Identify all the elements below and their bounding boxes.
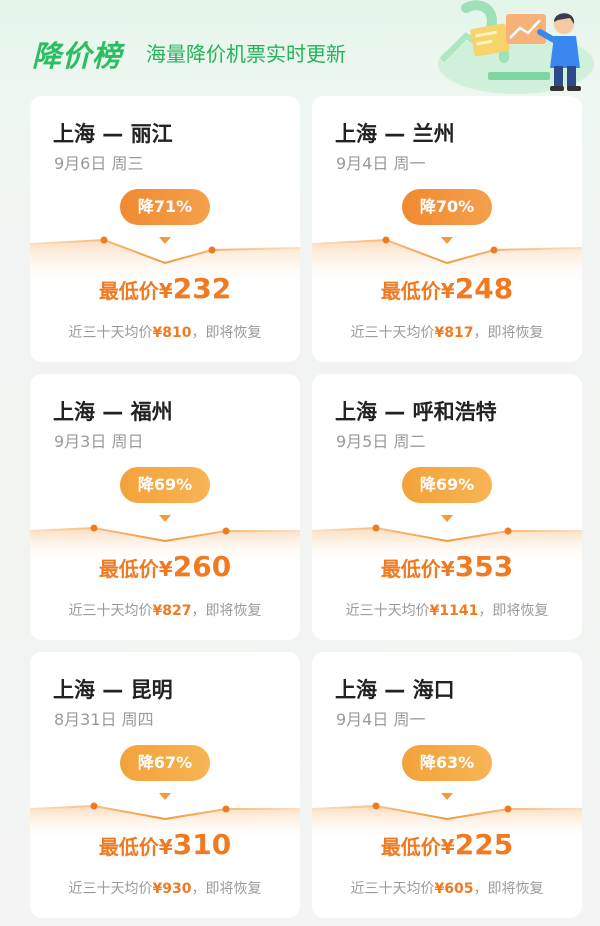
flight-date: 9月4日 周一 [336, 710, 426, 729]
avg-prefix: 近三十天均价 [68, 325, 153, 341]
route-label: 上海 — 丽江 [53, 122, 173, 146]
deal-card[interactable]: 上海 — 昆明 8月31日 周四 降67% 最低价¥310 近三十天均价¥930… [30, 652, 300, 918]
caret-down-icon [159, 793, 171, 800]
route-label: 上海 — 福州 [53, 400, 173, 424]
avg-suffix: ，即将恢复 [473, 325, 544, 341]
price-label: 最低价¥ [98, 557, 173, 581]
discount-badge: 降67% [120, 745, 210, 781]
price-value: 310 [172, 828, 232, 861]
avg-suffix: ，即将恢复 [191, 325, 262, 341]
header: 降价榜 海量降价机票实时更新 [0, 0, 600, 96]
deal-card[interactable]: 上海 — 海口 9月4日 周一 降63% 最低价¥225 近三十天均价¥605，… [312, 652, 582, 918]
caret-down-icon [159, 515, 171, 522]
avg-suffix: ，即将恢复 [478, 603, 549, 619]
lowest-price: 最低价¥353 [312, 550, 582, 583]
price-label: 最低价¥ [98, 279, 173, 303]
flight-date: 9月6日 周三 [54, 154, 144, 173]
person-presenting-chart-illustration [438, 0, 594, 94]
flight-date: 9月4日 周一 [336, 154, 426, 173]
discount-badge: 降69% [402, 467, 492, 503]
price-value: 248 [454, 272, 514, 305]
deal-card[interactable]: 上海 — 呼和浩特 9月5日 周二 降69% 最低价¥353 近三十天均价¥11… [312, 374, 582, 640]
average-price-note: 近三十天均价¥827，即将恢复 [30, 600, 300, 620]
route-label: 上海 — 兰州 [335, 122, 455, 146]
deal-card[interactable]: 上海 — 兰州 9月4日 周一 降70% 最低价¥248 近三十天均价¥817，… [312, 96, 582, 362]
avg-prefix: 近三十天均价 [350, 325, 435, 341]
avg-suffix: ，即将恢复 [473, 881, 544, 897]
avg-prefix: 近三十天均价 [68, 603, 153, 619]
avg-suffix: ，即将恢复 [191, 881, 262, 897]
price-value: 232 [172, 272, 232, 305]
average-price-note: 近三十天均价¥1141，即将恢复 [312, 600, 582, 620]
flight-date: 9月5日 周二 [336, 432, 426, 451]
price-label: 最低价¥ [380, 279, 455, 303]
avg-price-value: ¥605 [434, 881, 474, 897]
average-price-note: 近三十天均价¥930，即将恢复 [30, 878, 300, 898]
route-label: 上海 — 海口 [335, 678, 455, 702]
page-subtitle: 海量降价机票实时更新 [146, 42, 346, 66]
price-value: 260 [172, 550, 232, 583]
discount-badge: 降69% [120, 467, 210, 503]
avg-price-value: ¥827 [152, 603, 192, 619]
avg-suffix: ，即将恢复 [191, 603, 262, 619]
route-label: 上海 — 昆明 [53, 678, 173, 702]
average-price-note: 近三十天均价¥810，即将恢复 [30, 322, 300, 342]
avg-price-value: ¥817 [434, 325, 474, 341]
caret-down-icon [159, 237, 171, 244]
flight-date: 8月31日 周四 [54, 710, 154, 729]
lowest-price: 最低价¥248 [312, 272, 582, 305]
discount-badge: 降70% [402, 189, 492, 225]
lowest-price: 最低价¥225 [312, 828, 582, 861]
deal-card[interactable]: 上海 — 福州 9月3日 周日 降69% 最低价¥260 近三十天均价¥827，… [30, 374, 300, 640]
average-price-note: 近三十天均价¥605，即将恢复 [312, 878, 582, 898]
discount-badge: 降71% [120, 189, 210, 225]
price-label: 最低价¥ [380, 557, 455, 581]
avg-prefix: 近三十天均价 [350, 881, 435, 897]
page-title: 降价榜 [32, 39, 123, 73]
flight-date: 9月3日 周日 [54, 432, 144, 451]
avg-price-value: ¥930 [152, 881, 192, 897]
deal-card[interactable]: 上海 — 丽江 9月6日 周三 降71% 最低价¥232 近三十天均价¥810，… [30, 96, 300, 362]
avg-prefix: 近三十天均价 [345, 603, 430, 619]
avg-price-value: ¥810 [152, 325, 192, 341]
avg-price-value: ¥1141 [429, 603, 479, 619]
price-value: 225 [454, 828, 514, 861]
lowest-price: 最低价¥232 [30, 272, 300, 305]
caret-down-icon [441, 515, 453, 522]
discount-badge: 降63% [402, 745, 492, 781]
route-label: 上海 — 呼和浩特 [335, 400, 497, 424]
caret-down-icon [441, 237, 453, 244]
price-value: 353 [454, 550, 514, 583]
lowest-price: 最低价¥260 [30, 550, 300, 583]
caret-down-icon [441, 793, 453, 800]
lowest-price: 最低价¥310 [30, 828, 300, 861]
avg-prefix: 近三十天均价 [68, 881, 153, 897]
price-label: 最低价¥ [98, 835, 173, 859]
price-label: 最低价¥ [380, 835, 455, 859]
average-price-note: 近三十天均价¥817，即将恢复 [312, 322, 582, 342]
